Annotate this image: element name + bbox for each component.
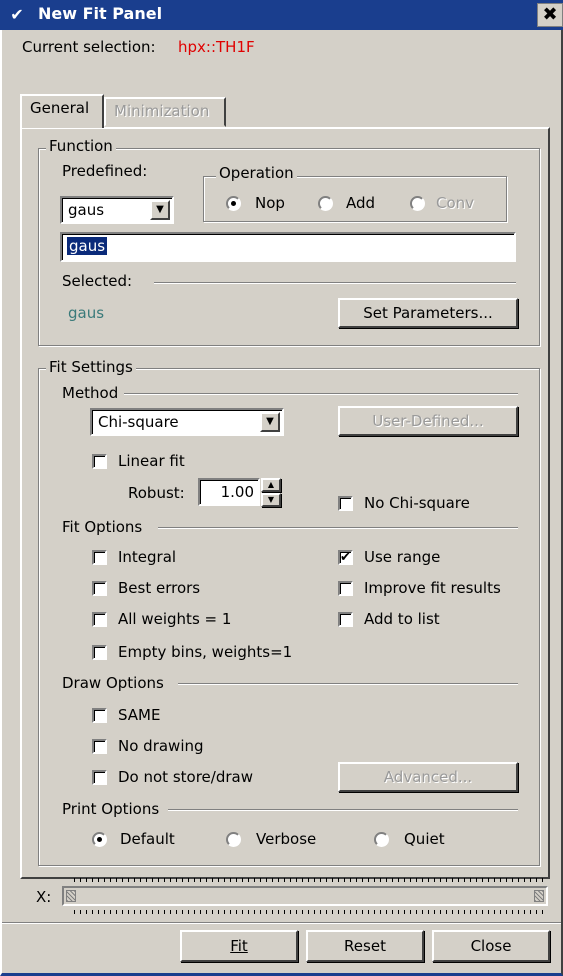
fit-options-separator bbox=[158, 527, 518, 529]
integral-checkbox[interactable] bbox=[92, 550, 107, 565]
no-drawing-checkbox[interactable] bbox=[92, 739, 107, 754]
all-weights-checkbox[interactable] bbox=[92, 612, 107, 627]
all-weights-label: All weights = 1 bbox=[118, 610, 232, 628]
window-title: New Fit Panel bbox=[38, 4, 163, 23]
fit-button[interactable]: Fit bbox=[180, 930, 298, 962]
x-range-slider[interactable] bbox=[62, 886, 548, 906]
do-not-store-label: Do not store/draw bbox=[118, 768, 253, 786]
operation-conv-label: Conv bbox=[436, 194, 475, 212]
add-to-list-checkbox[interactable] bbox=[338, 612, 353, 627]
x-range-label: X: bbox=[36, 888, 52, 906]
print-default-label: Default bbox=[120, 830, 175, 848]
slider-bottom-ticks bbox=[74, 910, 544, 914]
chevron-down-icon[interactable]: ▼ bbox=[260, 412, 280, 432]
slider-top-ticks bbox=[74, 878, 544, 882]
print-verbose-label: Verbose bbox=[256, 830, 317, 848]
predefined-combo[interactable]: gaus ▼ bbox=[60, 196, 174, 224]
draw-options-title: Draw Options bbox=[62, 674, 164, 692]
formula-input[interactable]: gaus bbox=[60, 232, 516, 262]
predefined-combo-value: gaus bbox=[68, 201, 105, 219]
method-combo[interactable]: Chi-square ▼ bbox=[90, 408, 284, 436]
current-selection-label: Current selection: bbox=[22, 38, 156, 56]
user-defined-button[interactable]: User-Defined... bbox=[338, 406, 518, 436]
tab-general-label: General bbox=[30, 99, 90, 117]
method-separator bbox=[124, 393, 518, 395]
empty-bins-label: Empty bins, weights=1 bbox=[118, 643, 293, 661]
close-window-icon[interactable]: ✖ bbox=[537, 3, 563, 27]
selected-function-value: gaus bbox=[68, 304, 105, 322]
chevron-down-icon[interactable]: ▼ bbox=[150, 200, 170, 220]
best-errors-label: Best errors bbox=[118, 579, 201, 597]
checkmark-icon: ✔ bbox=[340, 550, 351, 565]
set-parameters-button[interactable]: Set Parameters... bbox=[338, 298, 518, 328]
add-to-list-label: Add to list bbox=[364, 610, 440, 628]
print-verbose-radio[interactable] bbox=[226, 832, 241, 847]
close-button[interactable]: Close bbox=[432, 930, 550, 962]
reset-button[interactable]: Reset bbox=[306, 930, 424, 962]
operation-nop-radio[interactable] bbox=[226, 196, 241, 211]
print-quiet-radio[interactable] bbox=[374, 832, 389, 847]
operation-add-label: Add bbox=[346, 194, 376, 212]
improve-fit-label: Improve fit results bbox=[364, 579, 501, 597]
slider-min-handle[interactable] bbox=[66, 890, 76, 902]
print-options-title: Print Options bbox=[62, 800, 160, 818]
operation-nop-label: Nop bbox=[255, 194, 285, 212]
linear-fit-label: Linear fit bbox=[118, 452, 185, 470]
use-range-label: Use range bbox=[364, 548, 441, 566]
empty-bins-checkbox[interactable] bbox=[92, 645, 107, 660]
footer-separator bbox=[2, 922, 561, 924]
use-range-checkbox[interactable]: ✔ bbox=[338, 550, 353, 565]
title-bar[interactable]: ✔ New Fit Panel ✖ bbox=[0, 0, 563, 30]
operation-add-radio[interactable] bbox=[318, 196, 333, 211]
tab-minimization[interactable]: Minimization bbox=[104, 97, 226, 127]
robust-label: Robust: bbox=[128, 484, 185, 502]
no-chi-square-label: No Chi-square bbox=[364, 494, 470, 512]
tab-general[interactable]: General bbox=[20, 94, 104, 128]
operation-group-title: Operation bbox=[216, 164, 297, 182]
do-not-store-checkbox[interactable] bbox=[92, 770, 107, 785]
robust-input[interactable]: 1.00 bbox=[198, 478, 260, 506]
same-label: SAME bbox=[118, 706, 161, 724]
improve-fit-checkbox[interactable] bbox=[338, 581, 353, 596]
no-chi-square-checkbox[interactable] bbox=[338, 496, 353, 511]
robust-input-value: 1.00 bbox=[220, 483, 254, 501]
integral-label: Integral bbox=[118, 548, 177, 566]
no-drawing-label: No drawing bbox=[118, 737, 204, 755]
fit-settings-group-title: Fit Settings bbox=[46, 358, 136, 376]
advanced-button[interactable]: Advanced... bbox=[338, 762, 518, 792]
formula-input-value: gaus bbox=[67, 237, 108, 255]
reset-button-label: Reset bbox=[344, 937, 386, 955]
same-checkbox[interactable] bbox=[92, 708, 107, 723]
draw-options-separator bbox=[178, 683, 518, 685]
best-errors-checkbox[interactable] bbox=[92, 581, 107, 596]
close-button-label: Close bbox=[470, 937, 512, 955]
function-group-title: Function bbox=[46, 137, 116, 155]
predefined-label: Predefined: bbox=[62, 162, 148, 180]
method-combo-value: Chi-square bbox=[98, 413, 179, 431]
print-options-separator bbox=[168, 809, 518, 811]
selected-separator bbox=[154, 282, 516, 284]
robust-decrement-icon[interactable]: ▼ bbox=[261, 493, 281, 507]
print-quiet-label: Quiet bbox=[404, 830, 445, 848]
tab-minimization-label: Minimization bbox=[114, 102, 210, 120]
print-default-radio[interactable] bbox=[92, 832, 107, 847]
slider-max-handle[interactable] bbox=[534, 890, 544, 902]
window-menu-icon[interactable]: ✔ bbox=[6, 5, 28, 25]
linear-fit-checkbox[interactable] bbox=[92, 454, 107, 469]
selected-label: Selected: bbox=[62, 272, 133, 290]
fit-button-label: Fit bbox=[230, 937, 248, 955]
fit-options-title: Fit Options bbox=[62, 518, 143, 536]
current-selection-value: hpx::TH1F bbox=[178, 38, 255, 56]
method-title: Method bbox=[62, 384, 119, 402]
robust-increment-icon[interactable]: ▲ bbox=[261, 478, 281, 492]
operation-conv-radio[interactable] bbox=[410, 196, 425, 211]
